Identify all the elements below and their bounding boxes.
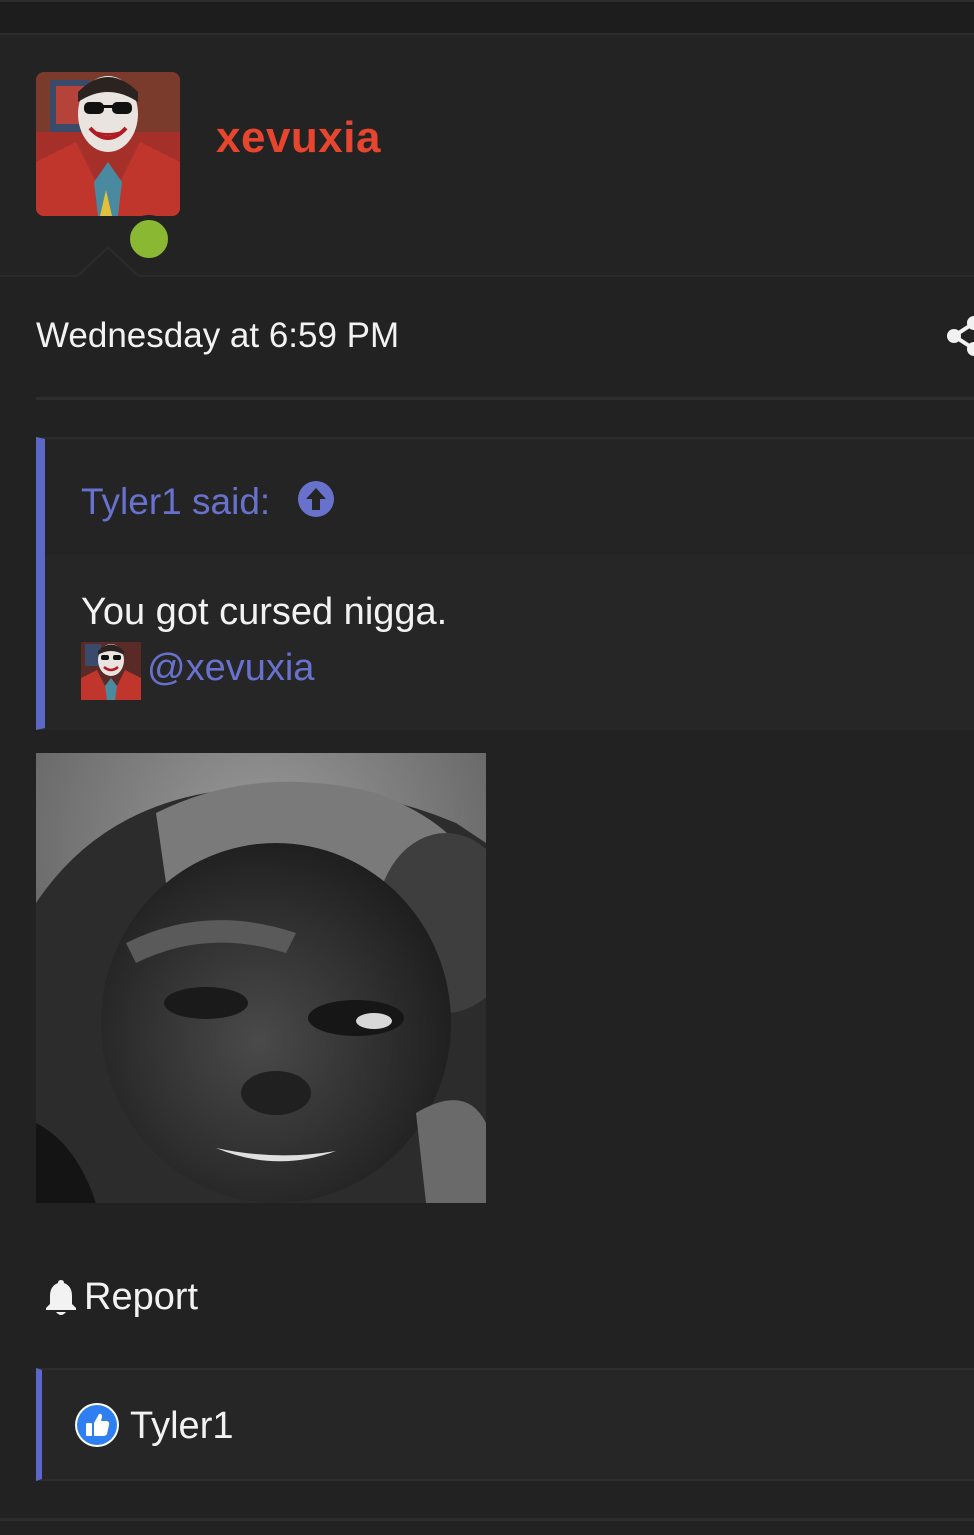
reactions-bar: Tyler1 [36, 1368, 974, 1481]
quote-text: You got cursed nigga. [81, 591, 448, 633]
quote-author-label[interactable]: Tyler1 said: [81, 481, 270, 523]
bottom-divider [0, 1518, 974, 1521]
post-image[interactable] [36, 753, 486, 1203]
header-pointer-inner [78, 249, 138, 277]
mention-link[interactable]: @xevuxia [147, 647, 314, 690]
quote-block: Tyler1 said: You got cursed nigga. @xevu… [36, 437, 974, 730]
previous-post-edge [0, 0, 974, 35]
report-link[interactable]: Report [44, 1272, 198, 1322]
report-label: Report [84, 1275, 199, 1318]
grayscale-photo [36, 753, 486, 1203]
meta-divider [36, 397, 974, 400]
post-meta-row: Wednesday at 6:59 PM [36, 310, 974, 370]
user-avatar[interactable] [36, 72, 180, 216]
post-user-header: xevuxia [0, 35, 974, 277]
share-icon[interactable] [944, 314, 974, 358]
quote-body: You got cursed nigga. @xevuxia [45, 555, 974, 730]
joker-mini-avatar-image [81, 642, 141, 700]
post-author-username[interactable]: xevuxia [216, 113, 381, 163]
like-icon [75, 1403, 119, 1447]
top-border [0, 0, 974, 2]
reaction-users[interactable]: Tyler1 [130, 1405, 233, 1448]
quote-header[interactable]: Tyler1 said: [45, 439, 974, 555]
arrow-up-circle-icon[interactable] [297, 480, 335, 518]
mention-avatar[interactable] [81, 642, 141, 700]
joker-avatar-image [36, 72, 180, 216]
post-page: xevuxia Wednesday at 6:59 PM Tyler1 said… [0, 0, 974, 1535]
post-timestamp[interactable]: Wednesday at 6:59 PM [36, 316, 399, 356]
bell-icon [46, 1280, 76, 1315]
